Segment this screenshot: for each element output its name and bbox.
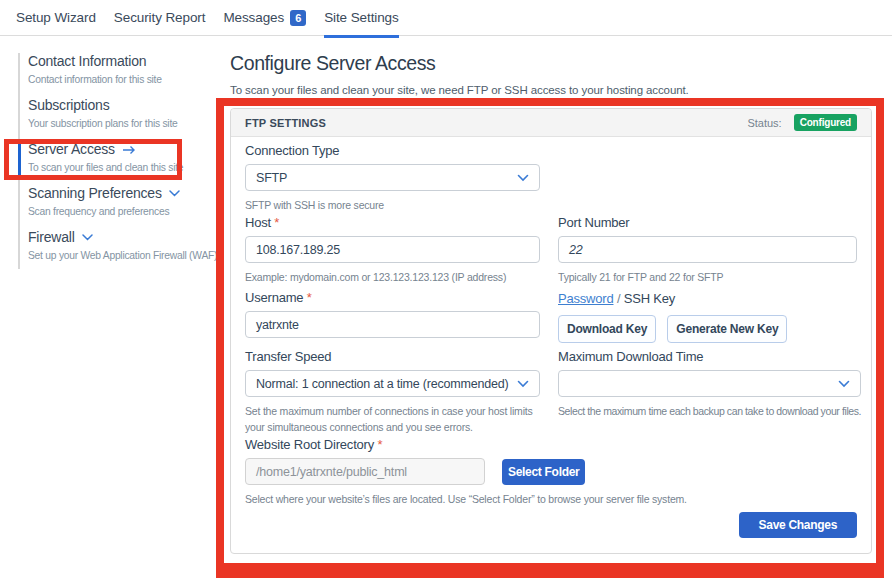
username-value: yatrxnte (256, 318, 299, 332)
required-asterisk: * (274, 215, 279, 230)
host-label: Host * (245, 215, 540, 230)
port-helper: Typically 21 for FTP and 22 for SFTP (558, 269, 857, 285)
host-field: Host * 108.167.189.25 Example: mydomain.… (245, 215, 540, 285)
tab-setup-wizard[interactable]: Setup Wizard (16, 0, 96, 36)
max-download-time-field: Maximum Download Time Select the maximum… (558, 349, 861, 435)
tab-label: Security Report (114, 10, 206, 25)
tab-messages[interactable]: Messages 6 (223, 0, 306, 36)
tab-site-settings[interactable]: Site Settings (324, 0, 399, 36)
tab-label: Setup Wizard (16, 10, 96, 25)
auth-separator: / (617, 291, 620, 306)
ftp-settings-panel: FTP SETTINGS Status: Configured Connecti… (230, 108, 872, 554)
sidebar-item-title: Contact Information (28, 53, 220, 70)
connection-type-field: Connection Type SFTP SFTP with SSH is mo… (245, 143, 540, 213)
tab-security-report[interactable]: Security Report (114, 0, 206, 36)
ftp-settings-header: FTP SETTINGS Status: Configured (231, 109, 871, 137)
password-link[interactable]: Password (558, 291, 613, 306)
sidebar-item-title: Server Access (28, 141, 115, 158)
max-download-time-helper: Select the maximum time each backup can … (558, 403, 861, 419)
max-download-time-select[interactable] (558, 370, 861, 397)
transfer-speed-field: Transfer Speed Normal: 1 connection at a… (245, 349, 540, 435)
host-helper: Example: mydomain.com or 123.123.123.123… (245, 269, 540, 285)
page-title: Configure Server Access (230, 52, 872, 75)
status-label: Status: (747, 117, 781, 129)
root-directory-label: Website Root Directory * (245, 437, 857, 452)
chevron-down-icon (838, 380, 850, 388)
arrow-right-icon (122, 145, 136, 155)
messages-count-badge: 6 (290, 10, 306, 26)
sidebar-item-title: Firewall (28, 229, 75, 246)
ssh-key-label: SSH Key (624, 291, 675, 306)
ftp-settings-body: Connection Type SFTP SFTP with SSH is mo… (231, 137, 871, 553)
settings-sidebar: Contact Information Contact information … (0, 53, 220, 273)
transfer-speed-helper: Set the maximum number of connections in… (245, 403, 540, 435)
max-download-time-label: Maximum Download Time (558, 349, 861, 364)
auth-toggle: Password / SSH Key (558, 291, 857, 306)
root-directory-field: Website Root Directory * /home1/yatrxnte… (245, 437, 857, 507)
chevron-down-icon (82, 234, 93, 241)
transfer-speed-value: Normal: 1 connection at a time (recommen… (256, 377, 508, 391)
connection-type-value: SFTP (256, 171, 287, 185)
host-value: 108.167.189.25 (256, 243, 340, 257)
port-input[interactable]: 22 (558, 236, 857, 263)
sidebar-item-title: Subscriptions (28, 97, 220, 114)
chevron-down-icon (517, 174, 529, 182)
status-badge: Configured (794, 114, 857, 131)
tab-bar: Setup Wizard Security Report Messages 6 S… (0, 0, 892, 36)
username-field: Username * yatrxnte (245, 290, 540, 343)
chevron-down-icon (169, 190, 180, 197)
generate-new-key-button[interactable]: Generate New Key (667, 315, 787, 343)
port-field: Port Number 22 Typically 21 for FTP and … (558, 215, 857, 285)
connection-type-label: Connection Type (245, 143, 540, 158)
page-subtitle: To scan your files and clean your site, … (230, 84, 872, 96)
tab-label: Site Settings (324, 10, 399, 25)
save-changes-button[interactable]: Save Changes (739, 512, 857, 538)
download-key-button[interactable]: Download Key (558, 315, 656, 343)
connection-type-select[interactable]: SFTP (245, 164, 540, 191)
sidebar-item-subtitle: Contact information for this site (28, 74, 220, 85)
sidebar-item-subtitle: Set up your Web Application Firewall (WA… (28, 250, 220, 261)
sidebar-item-scanning-preferences[interactable]: Scanning Preferences Scan frequency and … (28, 185, 220, 217)
sidebar-item-contact-information[interactable]: Contact Information Contact information … (28, 53, 220, 85)
select-folder-button[interactable]: Select Folder (502, 459, 585, 485)
port-label: Port Number (558, 215, 857, 230)
sidebar-item-subtitle: To scan your files and clean this site (28, 162, 220, 173)
root-directory-placeholder: /home1/yatrxnte/public_html (256, 465, 407, 479)
transfer-speed-select[interactable]: Normal: 1 connection at a time (recommen… (245, 370, 540, 397)
tab-label: Messages (223, 10, 284, 25)
auth-field: Password / SSH Key Download Key Generate… (558, 290, 857, 343)
panel-title: FTP SETTINGS (245, 117, 326, 129)
root-directory-input[interactable]: /home1/yatrxnte/public_html (245, 458, 485, 485)
required-asterisk: * (307, 290, 312, 305)
chevron-down-icon (517, 380, 529, 388)
sidebar-item-firewall[interactable]: Firewall Set up your Web Application Fir… (28, 229, 220, 261)
port-value: 22 (569, 243, 583, 257)
sidebar-item-title: Scanning Preferences (28, 185, 162, 202)
root-directory-helper: Select where your website’s files are lo… (245, 491, 857, 507)
main-content: Configure Server Access To scan your fil… (230, 45, 872, 554)
required-asterisk: * (377, 437, 382, 452)
sidebar-item-subscriptions[interactable]: Subscriptions Your subscription plans fo… (28, 97, 220, 129)
host-input[interactable]: 108.167.189.25 (245, 236, 540, 263)
username-label: Username * (245, 290, 540, 305)
sidebar-item-subtitle: Your subscription plans for this site (28, 118, 220, 129)
connection-type-helper: SFTP with SSH is more secure (245, 197, 540, 213)
sidebar-item-subtitle: Scan frequency and preferences (28, 206, 220, 217)
sidebar-item-server-access[interactable]: Server Access To scan your files and cle… (28, 141, 220, 173)
transfer-speed-label: Transfer Speed (245, 349, 540, 364)
username-input[interactable]: yatrxnte (245, 311, 540, 338)
